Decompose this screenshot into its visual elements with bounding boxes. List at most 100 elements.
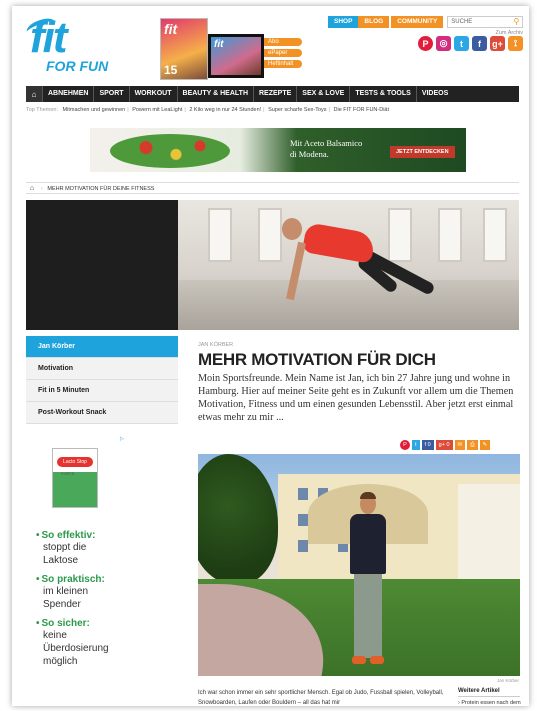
top-navigation: SHOP BLOG COMMUNITY SUCHE ⚲	[328, 16, 524, 28]
facebook-icon[interactable]: f	[472, 36, 487, 51]
topic-link[interactable]: 2 Kilo weg in nur 24 Stunden!	[189, 107, 261, 113]
ad-choices-icon[interactable]: ▷	[120, 436, 124, 442]
breadcrumb: ⌂ › MEHR MOTIVATION FÜR DEINE FITNESS	[26, 182, 519, 194]
sidebar-item-post-workout-snack[interactable]: Post-Workout Snack	[26, 402, 178, 424]
photo-window	[298, 540, 308, 552]
nav-item-workout[interactable]: WORKOUT	[128, 86, 177, 102]
topic-link[interactable]: Die FIT FOR FUN-Diät	[334, 107, 390, 113]
topic-link[interactable]: Mitmachen und gewinnen	[63, 107, 126, 113]
claim-body: möglich	[43, 656, 78, 667]
banner-ad[interactable]: Mit Aceto Balsamico di Modena. JETZT ENT…	[90, 128, 466, 172]
epaper-link[interactable]: ePaper	[264, 49, 302, 57]
share-comment-icon[interactable]: ✎	[479, 440, 491, 450]
share-twitter-icon[interactable]: t	[412, 440, 420, 450]
product-logo: Lacto Stop	[57, 457, 93, 467]
abo-link[interactable]: Abo	[264, 38, 302, 46]
related-item[interactable]: › Protein essen nach dem	[458, 700, 521, 706]
claim-heading-text: So praktisch:	[41, 574, 105, 585]
photo-window	[298, 514, 308, 526]
search-icon[interactable]: ⚲	[513, 18, 519, 26]
sidebar-item-fit-in-5-minuten[interactable]: Fit in 5 Minuten	[26, 380, 178, 402]
instagram-icon[interactable]: ◎	[436, 36, 451, 51]
top-topics-label: Top Themen:	[26, 107, 59, 113]
hero-dark-panel	[26, 200, 178, 330]
claim-body: Laktose	[43, 555, 79, 566]
photo-credit: Jan Körber	[496, 678, 519, 683]
athlete-head	[282, 218, 302, 240]
ad-text-line: di Modena.	[290, 149, 329, 159]
product-pack-image: Lacto Stop FORTE	[52, 448, 98, 508]
search-placeholder: SUCHE	[451, 19, 473, 25]
claim-heading: • So effektiv:	[36, 530, 96, 541]
rss-icon[interactable]: ⟟	[508, 36, 523, 51]
claim-heading: • So praktisch:	[36, 574, 105, 585]
person-shoe	[352, 656, 366, 664]
related-heading: Weitere Artikel	[458, 688, 520, 697]
article-title: MEHR MOTIVATION FÜR DICH	[198, 350, 436, 369]
photo-tree	[198, 454, 278, 584]
ad-claim: • So effektiv: stoppt die Laktose	[36, 530, 136, 567]
hero-image	[178, 200, 519, 330]
magazine-cover-small[interactable]: fit	[208, 34, 264, 78]
magazine-cover-large[interactable]: fit 15	[160, 18, 208, 80]
share-pinterest-icon[interactable]: P	[400, 440, 410, 450]
magazine-cover-title: fit	[164, 21, 178, 37]
sidebar-item-motivation[interactable]: Motivation	[26, 358, 178, 380]
sidebar-menu: Jan Körber Motivation Fit in 5 Minuten P…	[26, 336, 178, 424]
photo-building-wing	[458, 484, 520, 584]
related-item-label: Protein essen nach dem	[461, 700, 521, 706]
nav-item-sex-love[interactable]: SEX & LOVE	[296, 86, 349, 102]
photo-window	[298, 488, 308, 500]
article-intro: Moin Sportsfreunde. Mein Name ist Jan, i…	[198, 373, 514, 423]
logo-subtext: FOR FUN	[46, 58, 109, 74]
page-frame: fit FOR FUN fit 15 fit Abo ePaper Heftin…	[12, 6, 529, 706]
hero-window	[483, 208, 507, 262]
share-email-icon[interactable]: ✉	[454, 440, 466, 450]
ad-cta-button[interactable]: JETZT ENTDECKEN	[390, 146, 455, 158]
nav-item-rezepte[interactable]: REZEPTE	[253, 86, 296, 102]
twitter-icon[interactable]: t	[454, 36, 469, 51]
pinterest-icon[interactable]: P	[418, 36, 433, 51]
topic-link[interactable]: Super scharfe Sex-Toys	[268, 107, 326, 113]
home-icon[interactable]: ⌂	[26, 86, 42, 102]
share-bar: P t f 0 g+ 0 ✉ ⎙ ✎	[400, 440, 491, 450]
breadcrumb-separator-icon: ›	[41, 186, 43, 192]
blog-link[interactable]: BLOG	[358, 16, 390, 28]
topic-link[interactable]: Powern mit LeaLight	[132, 107, 182, 113]
community-link[interactable]: COMMUNITY	[391, 16, 444, 28]
related-articles: Weitere Artikel › Protein essen nach dem	[458, 688, 521, 706]
ad-salad-image	[110, 134, 230, 168]
nav-item-beauty-health[interactable]: BEAUTY & HEALTH	[176, 86, 253, 102]
person-legs	[354, 574, 382, 658]
nav-item-sport[interactable]: SPORT	[93, 86, 128, 102]
claim-body: keine	[43, 630, 67, 641]
nav-item-abnehmen[interactable]: ABNEHMEN	[42, 86, 93, 102]
sidebar-item-jan-koerber[interactable]: Jan Körber	[26, 336, 178, 358]
share-facebook-button[interactable]: f 0	[421, 440, 434, 450]
article-photo	[198, 454, 520, 676]
nav-item-videos[interactable]: VIDEOS	[415, 86, 453, 102]
main-navigation: ⌂ ABNEHMEN SPORT WORKOUT BEAUTY & HEALTH…	[26, 86, 519, 102]
hero-athlete	[264, 214, 454, 324]
person-shirt	[350, 514, 386, 574]
ad-text-line: Mit Aceto Balsamico	[290, 138, 363, 148]
nav-item-tests-tools[interactable]: TESTS & TOOLS	[349, 86, 416, 102]
magazine-cover-number: 15	[164, 63, 178, 77]
ad-text: Mit Aceto Balsamico di Modena.	[290, 138, 362, 160]
shop-link[interactable]: SHOP	[328, 16, 359, 28]
athlete-arm	[286, 241, 306, 301]
breadcrumb-home-icon[interactable]: ⌂	[26, 183, 38, 194]
ad-claim: • So sicher: keine Überdosierung möglich	[36, 618, 136, 668]
share-print-icon[interactable]: ⎙	[467, 440, 478, 450]
magazine-links: Abo ePaper Heftinhalt	[264, 38, 302, 71]
article-author[interactable]: JAN KÖRBER	[198, 342, 233, 348]
ad-claims: • So effektiv: stoppt die Laktose • So pra…	[36, 530, 136, 675]
heftinhalt-link[interactable]: Heftinhalt	[264, 60, 302, 68]
social-links: P ◎ t f g+ ⟟	[418, 36, 523, 51]
search-input[interactable]: SUCHE ⚲	[447, 16, 524, 28]
site-logo[interactable]: fit FOR FUN	[24, 15, 118, 78]
google-plus-icon[interactable]: g+	[490, 36, 505, 51]
share-google-plus-button[interactable]: g+ 0	[435, 440, 453, 450]
hero-window	[208, 208, 232, 262]
claim-heading: • So sicher:	[36, 618, 90, 629]
